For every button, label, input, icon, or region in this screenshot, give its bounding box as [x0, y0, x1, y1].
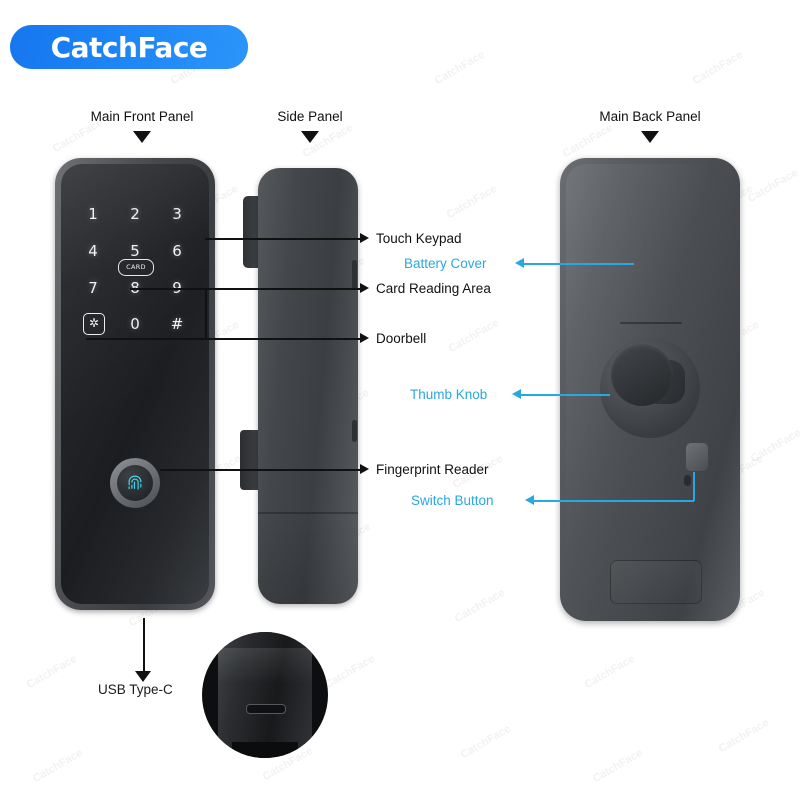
- label-main-back-panel: Main Back Panel: [599, 109, 701, 124]
- watermark: CatchFace: [322, 652, 377, 692]
- key-6[interactable]: 6: [163, 242, 191, 260]
- key-2[interactable]: 2: [121, 205, 149, 223]
- callout-fingerprint-reader: Fingerprint Reader: [376, 462, 489, 477]
- key-3[interactable]: 3: [163, 205, 191, 223]
- battery-cover-seam: [620, 322, 682, 324]
- side-panel-seam-top: [352, 260, 357, 290]
- key-hash[interactable]: #: [163, 315, 191, 333]
- watermark: CatchFace: [458, 722, 513, 762]
- usb-highlight: [218, 648, 312, 684]
- callout-usb-type-c: USB Type-C: [98, 682, 173, 697]
- main-front-panel-body: 1 2 3 4 5 6 CARD 7 8 9 ✲ 0 #: [55, 158, 215, 610]
- brand-logo: CatchFace: [10, 25, 248, 69]
- watermark: CatchFace: [444, 182, 499, 222]
- fingerprint-icon: [128, 475, 142, 490]
- key-7[interactable]: 7: [79, 279, 107, 297]
- arrow-down-icon: [301, 131, 319, 143]
- watermark: CatchFace: [446, 316, 501, 356]
- callout-battery-cover: Battery Cover: [404, 256, 487, 271]
- arrow-left-icon: [512, 389, 521, 399]
- side-panel-notch: [240, 430, 260, 490]
- watermark: CatchFace: [590, 746, 645, 786]
- leader-fingerprint-reader: [160, 469, 360, 471]
- watermark: CatchFace: [748, 426, 800, 466]
- watermark: CatchFace: [745, 166, 800, 206]
- watermark: CatchFace: [690, 48, 745, 88]
- side-panel-seam-bottom: [352, 420, 357, 442]
- usb-type-c-port: [246, 704, 286, 714]
- watermark: CatchFace: [452, 586, 507, 626]
- label-main-front-panel: Main Front Panel: [90, 109, 194, 124]
- arrow-right-icon: [360, 464, 369, 474]
- key-5[interactable]: 5: [121, 242, 149, 260]
- leader-touch-keypad: [205, 238, 360, 240]
- key-4[interactable]: 4: [79, 242, 107, 260]
- thumb-knob[interactable]: [611, 344, 673, 406]
- watermark: CatchFace: [582, 652, 637, 692]
- callout-touch-keypad: Touch Keypad: [376, 231, 462, 246]
- back-panel-plate: [610, 560, 702, 604]
- arrow-down-icon: [135, 671, 151, 682]
- side-panel-divider: [258, 512, 358, 514]
- card-reading-area[interactable]: CARD: [118, 259, 154, 276]
- key-1[interactable]: 1: [79, 205, 107, 223]
- callout-switch-button: Switch Button: [411, 493, 494, 508]
- leader-switch-button-vertical: [693, 472, 695, 501]
- diagram-canvas: CatchFace CatchFace CatchFace CatchFace …: [0, 0, 800, 800]
- leader-switch-button: [534, 500, 694, 502]
- arrow-left-icon: [525, 495, 534, 505]
- watermark: CatchFace: [30, 746, 85, 786]
- usb-bottom-shadow: [232, 742, 298, 758]
- watermark: CatchFace: [560, 121, 615, 161]
- usb-port-closeup: [202, 632, 328, 758]
- watermark: CatchFace: [24, 652, 79, 692]
- switch-button-indicator: [684, 475, 691, 486]
- logo-text: CatchFace: [50, 30, 208, 64]
- callout-thumb-knob: Thumb Knob: [410, 387, 488, 402]
- arrow-right-icon: [360, 283, 369, 293]
- leader-usb-vertical: [143, 618, 145, 673]
- callout-card-reading-area: Card Reading Area: [376, 281, 491, 296]
- side-panel-shading: [258, 515, 358, 604]
- arrow-right-icon: [360, 333, 369, 343]
- leader-battery-cover: [524, 263, 634, 265]
- arrow-down-icon: [641, 131, 659, 143]
- key-0[interactable]: 0: [121, 315, 149, 333]
- doorbell-icon[interactable]: ✲: [83, 313, 105, 335]
- leader-card-reading-area: [130, 288, 360, 290]
- arrow-left-icon: [515, 258, 524, 268]
- watermark: CatchFace: [716, 716, 771, 756]
- touch-keypad[interactable]: 1 2 3 4 5 6 CARD 7 8 9 ✲ 0 #: [79, 205, 191, 345]
- label-side-panel: Side Panel: [277, 109, 343, 124]
- leader-thumb-knob: [521, 394, 610, 396]
- leader-doorbell: [86, 338, 360, 340]
- leader-doorbell-vertical: [205, 288, 207, 338]
- fingerprint-sensor-inner: [117, 465, 153, 501]
- watermark: CatchFace: [432, 48, 487, 88]
- callout-doorbell: Doorbell: [376, 331, 427, 346]
- fingerprint-reader[interactable]: [110, 458, 160, 508]
- arrow-right-icon: [360, 233, 369, 243]
- arrow-down-icon: [133, 131, 151, 143]
- switch-button[interactable]: [686, 443, 708, 471]
